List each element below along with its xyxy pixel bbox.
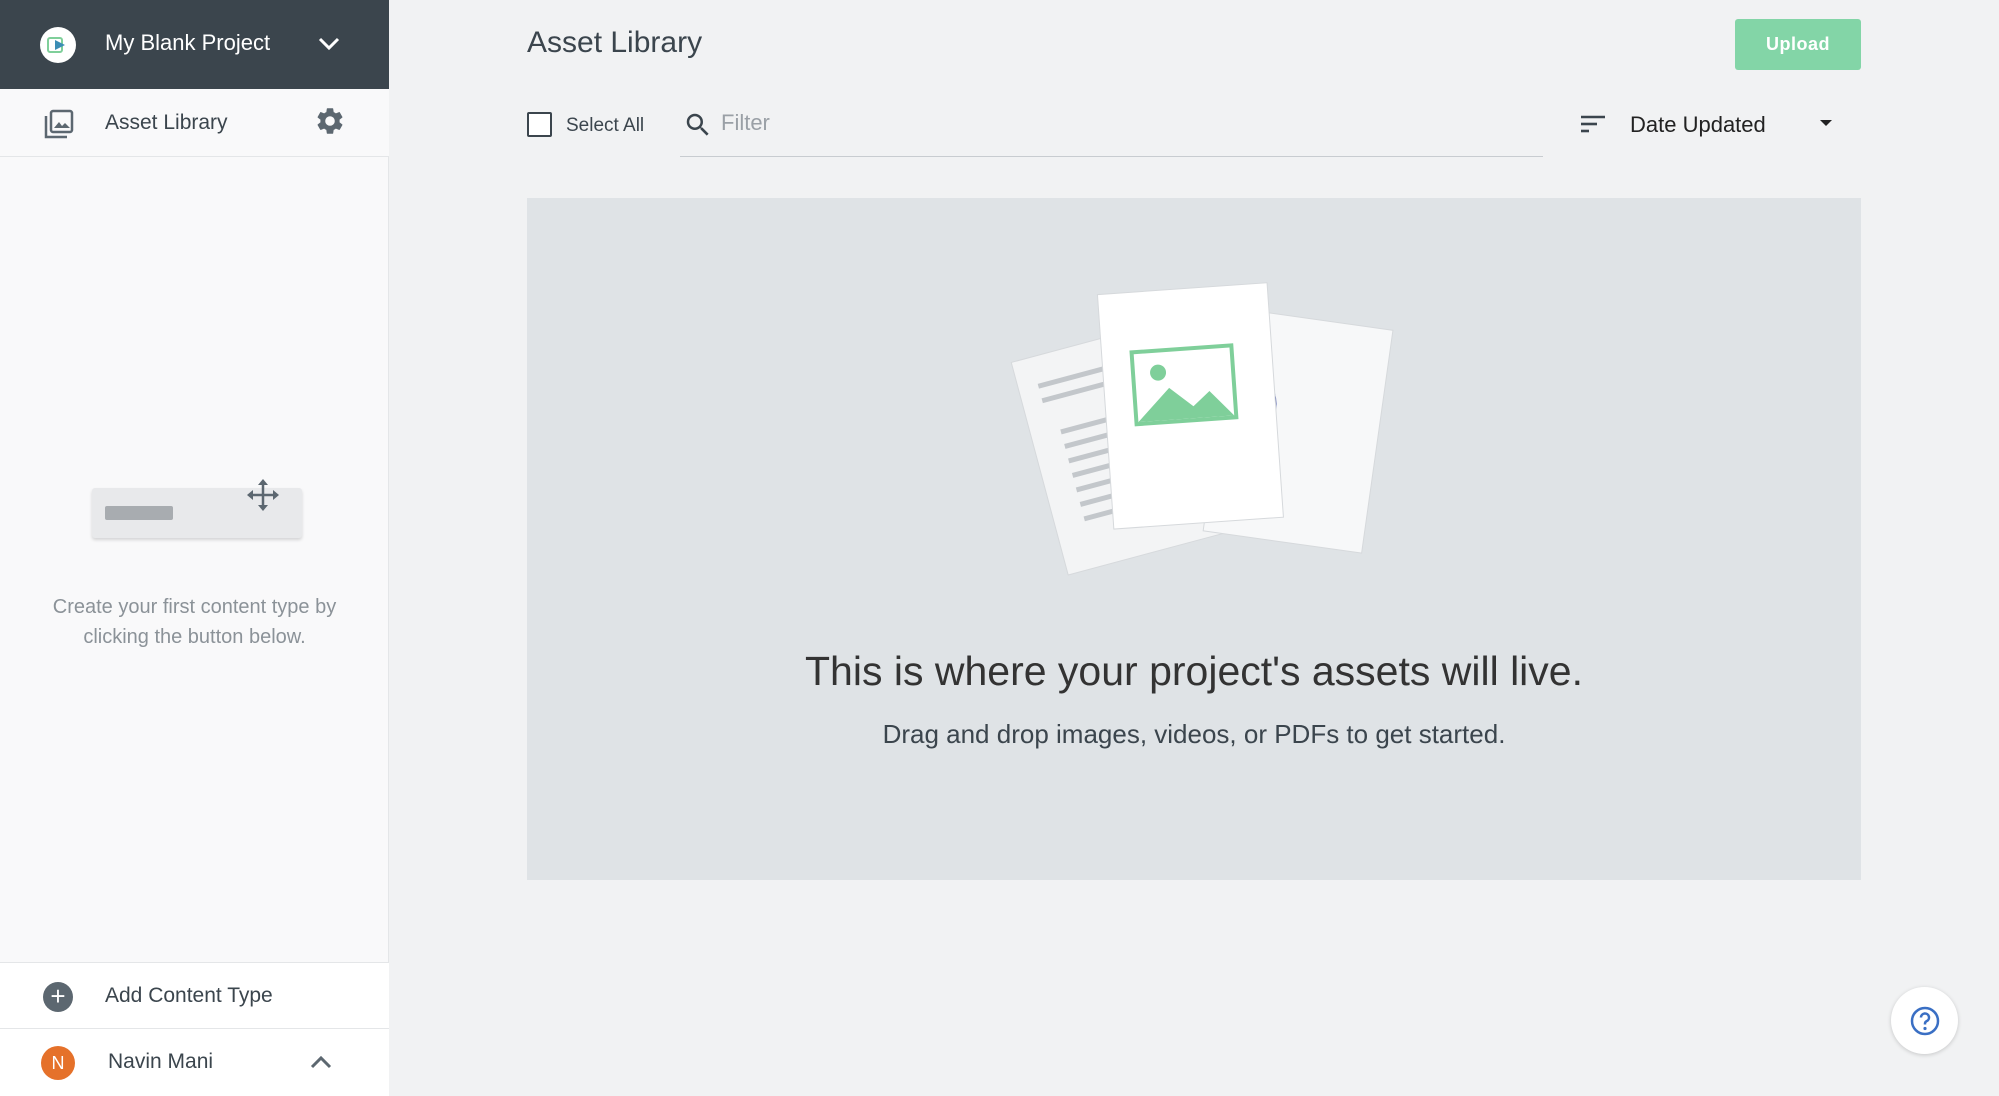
user-menu[interactable]: N Navin Mani	[0, 1029, 389, 1096]
help-button[interactable]	[1891, 987, 1958, 1054]
empty-state-title: This is where your project's assets will…	[805, 648, 1583, 694]
sidebar: My Blank Project Asset Library Create yo…	[0, 0, 389, 1096]
question-circle-icon	[1910, 1006, 1939, 1035]
chevron-down-icon[interactable]	[316, 33, 342, 55]
sidebar-item-label: Asset Library	[105, 111, 228, 134]
placeholder-bar	[105, 506, 173, 520]
sort-dropdown[interactable]: Date Updated	[1575, 104, 1845, 144]
gear-icon[interactable]	[314, 105, 346, 137]
empty-state-subtitle: Drag and drop images, videos, or PDFs to…	[882, 719, 1506, 749]
sidebar-item-asset-library[interactable]: Asset Library	[0, 89, 389, 157]
project-name: My Blank Project	[105, 30, 271, 55]
avatar: N	[41, 1046, 75, 1080]
project-switcher[interactable]: My Blank Project	[0, 0, 389, 89]
select-all-label: Select All	[566, 114, 645, 136]
plus-circle-icon: +	[43, 982, 73, 1012]
image-stack-icon	[44, 109, 74, 139]
filter-field[interactable]	[680, 100, 1543, 157]
search-icon	[686, 113, 709, 136]
chevron-up-icon[interactable]	[308, 1051, 334, 1073]
user-name: Navin Mani	[108, 1050, 214, 1073]
caret-down-icon	[1820, 120, 1832, 126]
asset-dropzone[interactable]: This is where your project's assets will…	[527, 198, 1861, 880]
sort-label: Date Updated	[1630, 112, 1766, 137]
page-title: Asset Library	[527, 26, 703, 59]
add-content-type-label: Add Content Type	[105, 984, 273, 1007]
sort-icon	[1581, 115, 1605, 133]
add-content-type-button[interactable]: + Add Content Type	[0, 962, 389, 1029]
project-logo-icon	[40, 27, 76, 63]
assets-illustration	[1010, 282, 1394, 576]
sidebar-empty-hint: Create your first content type by clicki…	[52, 596, 337, 648]
upload-button[interactable]: Upload	[1735, 19, 1861, 70]
select-all-checkbox[interactable]: Select All	[527, 112, 644, 137]
filter-input[interactable]	[721, 106, 1521, 140]
move-icon	[247, 479, 279, 511]
checkbox[interactable]	[527, 112, 552, 137]
